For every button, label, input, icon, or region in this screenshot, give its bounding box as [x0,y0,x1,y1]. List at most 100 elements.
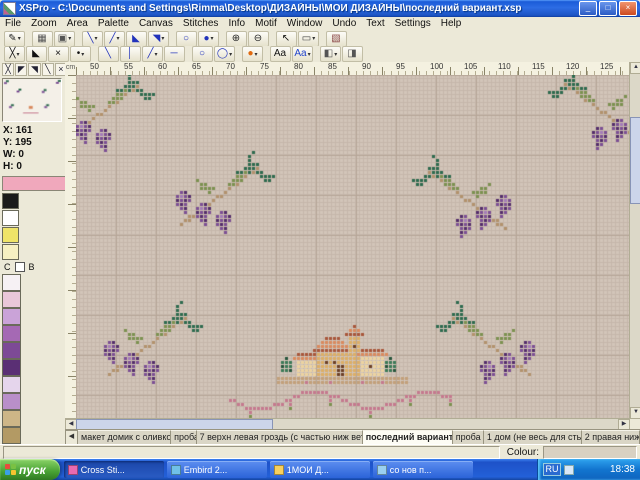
toolbar-icon: ◯ [217,48,228,60]
palette-color-swatch[interactable] [2,291,21,308]
vertical-scrollbar[interactable]: ▲ ▼ [629,62,640,419]
toolbar-button[interactable]: ⊖ [248,31,269,47]
toolbar-button[interactable]: ╱ ▾ [142,46,163,62]
menu-item[interactable]: Stitches [178,17,224,31]
taskbar-task-button[interactable]: 1МОИ Д... [270,461,370,478]
palette-color-swatch[interactable] [2,342,21,359]
toolbar-button[interactable]: ○ [192,46,213,62]
pattern-tab[interactable]: проба 2 [453,430,484,445]
color-swatch[interactable] [2,193,19,209]
color-swatch[interactable] [2,244,19,260]
menu-item[interactable]: Palette [93,17,134,31]
scroll-down-icon[interactable]: ▼ [630,407,640,419]
toolbar-button[interactable]: ▦ [32,31,53,47]
palette-color-swatch[interactable] [2,359,21,376]
stitch-type-button[interactable]: ◥ [28,63,40,76]
toolbar-button[interactable]: ◨ [342,46,363,62]
toolbar-icon: × [55,48,61,60]
toolbar-button[interactable]: ● ▾ [198,31,219,47]
horizontal-scrollbar[interactable]: ◀ ▶ [65,418,630,429]
menu-item[interactable]: Undo [327,17,361,31]
ruler-number: 115 [532,62,566,75]
toolbar-button[interactable]: │ [120,46,141,62]
stitch-type-button[interactable]: ╲ [42,63,54,76]
pattern-tab[interactable]: макет домик с оливковками [78,430,171,445]
title-bar[interactable]: XSPro - C:\Documents and Settings\Rimma\… [0,0,640,17]
menu-item[interactable]: Text [361,17,389,31]
toolbar-button[interactable]: ╳ ▾ [4,46,25,62]
toolbar-icon: ▧ [331,33,340,45]
palette-color-swatch[interactable] [2,410,21,427]
palette-color-swatch[interactable] [2,274,21,291]
start-label: пуск [19,463,46,477]
language-indicator[interactable]: RU [543,463,561,476]
cb-toggle[interactable] [15,262,25,272]
palette-color-swatch[interactable] [2,376,21,393]
stitch-type-button[interactable]: ◤ [15,63,27,76]
toolbar-button[interactable]: ◥ ▾ [148,31,169,47]
pattern-tab[interactable]: 1 дом (не весь для стыковки) [484,430,582,445]
menu-item[interactable]: Info [223,17,250,31]
menu-item[interactable]: Window [282,17,328,31]
ruler-number: 110 [498,62,532,75]
maximize-button[interactable]: □ [599,1,617,16]
toolbar-button[interactable]: ◣ [26,46,47,62]
pattern-tab[interactable]: 2 правая ниж гр. [582,430,640,445]
color-swatch[interactable] [2,210,19,226]
tab-scroll-left-icon[interactable]: ◀ [65,430,78,445]
current-color-swatch[interactable] [2,176,67,191]
toolbar-icon: │ [127,48,133,60]
toolbar-button[interactable]: ─ [164,46,185,62]
toolbar-button[interactable]: ╱ ▾ [104,31,125,47]
toolbar-button[interactable]: Aa ▾ [292,46,313,62]
toolbar-button[interactable]: ○ [176,31,197,47]
color-swatch[interactable] [2,227,19,243]
tray-icon[interactable] [564,465,574,475]
stitch-canvas[interactable] [76,75,630,419]
taskbar-task-button[interactable]: со нов п... [373,461,473,478]
start-button[interactable]: пуск [0,459,60,480]
minimize-button[interactable]: _ [579,1,597,16]
toolbar-button[interactable]: Aa [270,46,291,62]
menu-item[interactable]: Motif [250,17,282,31]
menu-item[interactable]: Settings [390,17,436,31]
toolbar-button[interactable]: ╲ ▾ [82,31,103,47]
pattern-tab[interactable]: последний вариант [363,430,453,445]
dropdown-arrow-icon: ▾ [312,35,315,42]
toolbar-button[interactable]: ◣ [126,31,147,47]
vertical-scroll-thumb[interactable] [630,117,640,204]
close-button[interactable]: × [619,1,637,16]
dropdown-arrow-icon: ▾ [17,51,20,58]
palette-color-swatch[interactable] [2,308,21,325]
toolbar-button[interactable]: ● ▾ [242,46,263,62]
taskbar-task-button[interactable]: Embird 2... [167,461,267,478]
menu-item[interactable]: Zoom [26,17,62,31]
scroll-up-icon[interactable]: ▲ [630,62,640,74]
toolbar-button[interactable]: × [48,46,69,62]
toolbar-button[interactable]: ◯ ▾ [214,46,235,62]
menu-item[interactable]: File [0,17,26,31]
palette-color-swatch[interactable] [2,325,21,342]
pattern-tab[interactable]: проба [171,430,197,445]
toolbar-button[interactable]: • ▾ [70,46,91,62]
toolbar-button[interactable]: ╲ [98,46,119,62]
ruler-number: 90 [362,62,396,75]
menu-item[interactable]: Help [436,17,467,31]
stitch-type-button[interactable]: ╳ [2,63,14,76]
task-label: Embird 2... [184,465,228,475]
toolbar-button[interactable]: ✎ ▾ [4,31,25,47]
taskbar-task-button[interactable]: Cross Sti... [64,461,164,478]
toolbar-button[interactable]: ▣ ▾ [54,31,75,47]
menu-item[interactable]: Area [62,17,93,31]
task-icon [171,465,181,475]
palette-color-swatch[interactable] [2,427,21,444]
toolbar-button[interactable]: ⊕ [226,31,247,47]
toolbar-button[interactable]: ↖ [276,31,297,47]
toolbar-button[interactable]: ▧ [326,31,347,47]
menu-item[interactable]: Canvas [134,17,178,31]
toolbar-button[interactable]: ▭ ▾ [298,31,319,47]
toolbar-button[interactable]: ◧ ▾ [320,46,341,62]
pattern-tab[interactable]: 7 верхн левая гроздь (с частью ниж ветки… [197,430,363,445]
palette-color-swatch[interactable] [2,393,21,410]
toolbar-icon: ▭ [302,33,311,45]
